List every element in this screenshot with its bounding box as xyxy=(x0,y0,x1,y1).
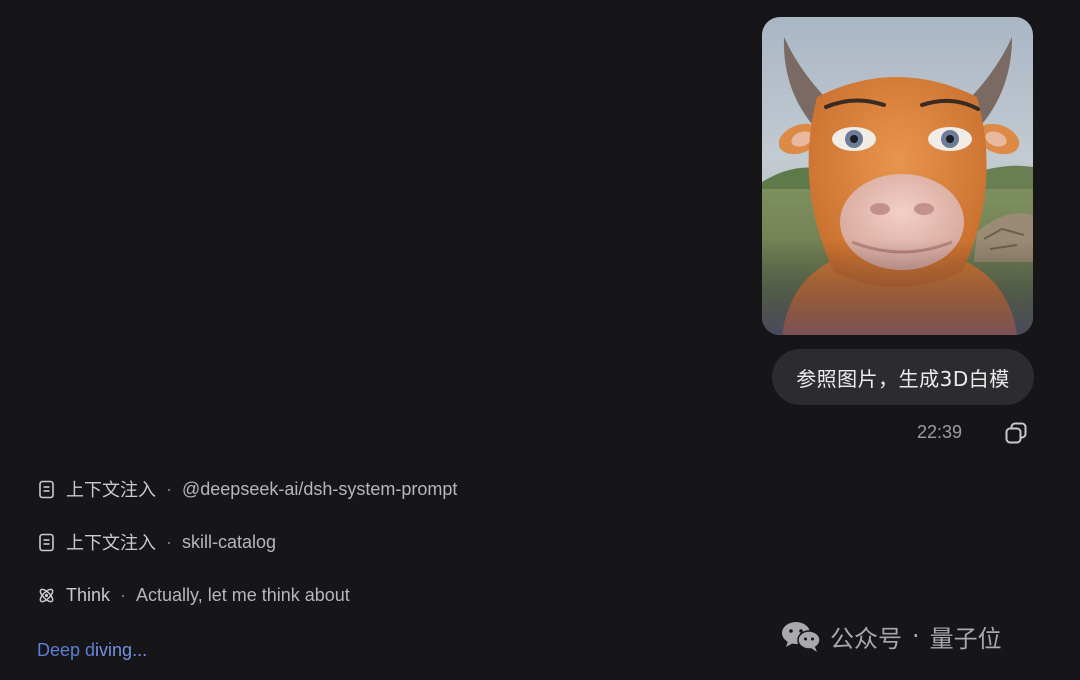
message-timestamp: 22:39 xyxy=(917,422,963,442)
wechat-icon xyxy=(780,619,822,653)
watermark-name: 量子位 xyxy=(929,624,1002,653)
copy-icon xyxy=(1005,422,1027,444)
step-label: 上下文注入 xyxy=(66,533,156,553)
document-icon xyxy=(37,533,56,552)
atom-icon xyxy=(37,586,56,605)
cartoon-bull-character-image xyxy=(762,17,1033,335)
step-detail: @deepseek-ai/dsh-system-prompt xyxy=(182,478,458,499)
step-context-injection-system-prompt[interactable]: 上下文注入 · @deepseek-ai/dsh-system-prompt xyxy=(37,477,457,501)
step-think[interactable]: Think · Actually, let me think about xyxy=(37,583,350,607)
watermark-dot: · xyxy=(912,622,920,650)
separator-dot: · xyxy=(166,531,172,552)
deep-diving-status: Deep diving... xyxy=(37,640,147,661)
watermark-brand: 公众号 xyxy=(830,624,902,653)
user-message-text: 参照图片，生成3D白模 xyxy=(796,366,1010,391)
step-label: 上下文注入 xyxy=(66,480,156,500)
step-label: Think xyxy=(66,584,111,605)
status-text-part1: Deep d xyxy=(37,640,96,660)
copy-message-button[interactable] xyxy=(1003,420,1029,446)
separator-dot: · xyxy=(120,584,127,605)
user-message-bubble: 参照图片，生成3D白模 xyxy=(772,349,1034,405)
step-detail: skill-catalog xyxy=(182,531,277,552)
watermark: 公众号 · 量子位 xyxy=(780,618,1002,654)
document-icon xyxy=(37,480,56,499)
status-text-part2: iving... xyxy=(95,640,148,660)
step-context-injection-skill-catalog[interactable]: 上下文注入 · skill-catalog xyxy=(37,530,276,554)
step-detail: Actually, let me think about xyxy=(136,584,350,605)
uploaded-reference-image[interactable] xyxy=(762,17,1033,335)
separator-dot: · xyxy=(166,478,172,499)
